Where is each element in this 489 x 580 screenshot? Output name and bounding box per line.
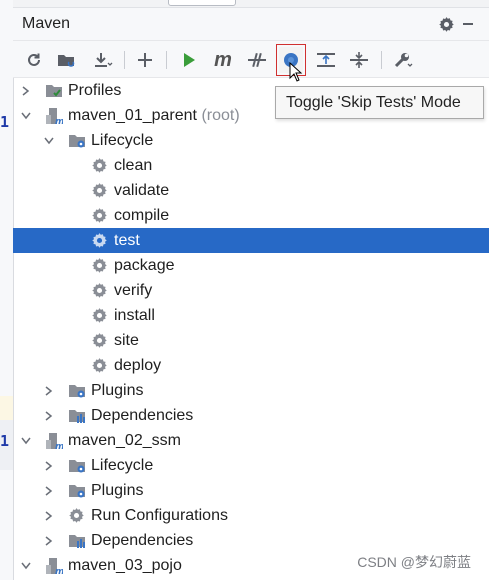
svg-text:m: m [55, 567, 63, 575]
mouse-cursor-icon [289, 61, 303, 87]
goal-label: verify [114, 281, 153, 299]
tree-label: Lifecycle [91, 131, 154, 149]
tree-label: maven_01_parent (root) [68, 106, 240, 124]
chevron-down-icon[interactable] [19, 434, 33, 448]
tree-node-plugins[interactable]: Plugins [13, 378, 489, 403]
top-bar-fragment [13, 0, 489, 8]
profiles-folder-icon [45, 82, 63, 100]
chevron-down-icon[interactable] [42, 134, 56, 148]
watermark: CSDN @梦幻蔚蓝 [357, 554, 471, 570]
tree-node-lifecycle[interactable]: Lifecycle [13, 128, 489, 153]
plus-icon[interactable] [133, 48, 157, 72]
search-field-fragment[interactable] [168, 0, 236, 6]
lifecycle-goal-compile[interactable]: compile [13, 203, 489, 228]
settings-wrench-icon[interactable] [391, 48, 415, 72]
gutter-line-mark: 1 [0, 432, 10, 450]
run-icon[interactable] [177, 48, 201, 72]
root-suffix: (root) [201, 106, 240, 124]
gear-icon [91, 232, 109, 250]
tree-node-project[interactable]: m maven_02_ssm [13, 428, 489, 453]
goal-label: package [114, 256, 175, 274]
chevron-right-icon[interactable] [42, 534, 56, 548]
gear-icon [91, 157, 109, 175]
lifecycle-goal-install[interactable]: install [13, 303, 489, 328]
tree-label: Dependencies [91, 406, 194, 424]
lifecycle-goal-clean[interactable]: clean [13, 153, 489, 178]
goal-label: clean [114, 156, 153, 174]
chevron-right-icon[interactable] [19, 84, 33, 98]
chevron-right-icon[interactable] [42, 384, 56, 398]
goal-label: deploy [114, 356, 162, 374]
tree-node-run-configurations[interactable]: Run Configurations [13, 503, 489, 528]
goal-label: install [114, 306, 155, 324]
lifecycle-goal-site[interactable]: site [13, 328, 489, 353]
tree-label: Profiles [68, 81, 122, 99]
dependencies-folder-icon [68, 407, 86, 425]
lifecycle-folder-icon [68, 457, 86, 475]
gear-icon [68, 507, 86, 525]
gear-icon [91, 207, 109, 225]
skip-tests-tooltip: Toggle 'Skip Tests' Mode [275, 86, 484, 119]
panel-title: Maven [22, 15, 71, 32]
tree-label: Run Configurations [91, 506, 228, 524]
lifecycle-goal-package[interactable]: package [13, 253, 489, 278]
tree-label: Plugins [91, 481, 144, 499]
plugins-folder-icon [68, 482, 86, 500]
gear-icon [91, 307, 109, 325]
goal-label: validate [114, 181, 170, 199]
gear-icon [91, 182, 109, 200]
toggle-offline-icon[interactable] [245, 48, 269, 72]
tree-node-dependencies[interactable]: Dependencies [13, 528, 489, 553]
lifecycle-goal-test[interactable]: test [13, 228, 489, 253]
chevron-down-icon[interactable] [19, 109, 33, 123]
maven-project-icon: m [45, 557, 64, 577]
chevron-down-icon[interactable] [19, 559, 33, 573]
lifecycle-goal-verify[interactable]: verify [13, 278, 489, 303]
minimize-icon[interactable] [463, 14, 473, 34]
tree-label: Plugins [91, 381, 144, 399]
refresh-icon[interactable] [22, 48, 46, 72]
plugins-folder-icon [68, 382, 86, 400]
gear-icon [91, 357, 109, 375]
maven-project-icon: m [45, 432, 64, 452]
execute-goal-icon[interactable]: m [211, 48, 235, 72]
chevron-right-icon[interactable] [42, 484, 56, 498]
chevron-right-icon[interactable] [42, 459, 56, 473]
tree-label: maven_02_ssm [68, 431, 181, 449]
gutter-line-mark: 1 [0, 113, 10, 131]
tree-node-lifecycle[interactable]: Lifecycle [13, 453, 489, 478]
tree-node-plugins[interactable]: Plugins [13, 478, 489, 503]
goal-label: test [114, 231, 140, 249]
svg-text:m: m [55, 442, 63, 450]
lifecycle-goal-deploy[interactable]: deploy [13, 353, 489, 378]
lifecycle-goal-validate[interactable]: validate [13, 178, 489, 203]
gear-icon [91, 282, 109, 300]
gear-icon [91, 332, 109, 350]
collapse-all-icon[interactable] [347, 48, 371, 72]
download-icon[interactable] [91, 48, 115, 72]
tree-label: Lifecycle [91, 456, 154, 474]
editor-gutter-strip: 1 1 [0, 0, 14, 580]
maven-project-icon: m [45, 107, 64, 127]
show-dependencies-icon[interactable] [314, 48, 338, 72]
tree-node-dependencies[interactable]: Dependencies [13, 403, 489, 428]
gear-icon [91, 257, 109, 275]
maven-panel-header: Maven [13, 8, 489, 41]
chevron-right-icon[interactable] [42, 509, 56, 523]
maven-toolbar: m [13, 41, 489, 78]
goal-label: compile [114, 206, 170, 224]
svg-text:m: m [55, 117, 63, 125]
add-maven-project-icon[interactable] [55, 48, 79, 72]
lifecycle-folder-icon [68, 132, 86, 150]
tree-label: maven_03_pojo [68, 556, 182, 574]
gear-icon[interactable] [436, 14, 456, 34]
dependencies-folder-icon [68, 532, 86, 550]
chevron-right-icon[interactable] [42, 409, 56, 423]
goal-label: site [114, 331, 139, 349]
tree-label: Dependencies [91, 531, 194, 549]
